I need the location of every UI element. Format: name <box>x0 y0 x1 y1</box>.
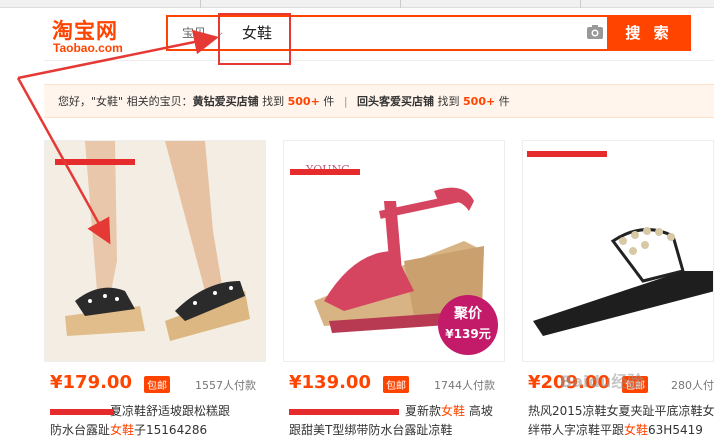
product-card[interactable]: ¥179.00 包邮 1557人付款 夏凉鞋舒适坡跟松糕跟 防水台露趾女鞋子15… <box>44 140 266 443</box>
redaction-mark <box>527 151 607 157</box>
notice-prefix: 您好，"女鞋" 相关的宝贝： <box>58 95 193 108</box>
search-button[interactable]: 搜 索 <box>607 15 691 51</box>
sold-count: 280人付 <box>671 379 714 392</box>
wedge-sandal-legs-image <box>45 141 265 361</box>
free-shipping-badge: 包邮 <box>383 376 409 393</box>
camera-icon[interactable] <box>586 24 604 40</box>
tab-divider <box>580 0 581 8</box>
title-line-1-tail: 高坡 <box>465 404 493 418</box>
product-price: ¥139.00 <box>289 372 371 393</box>
title-line-2-tail: 63H5419 <box>648 423 703 437</box>
notice-store-link-1[interactable]: 黄钻爱买店铺 <box>193 95 259 108</box>
product-price: ¥179.00 <box>50 372 132 393</box>
title-line-1: 热风2015凉鞋女夏夹趾平底凉鞋女 <box>528 404 714 418</box>
title-keyword: 女鞋 <box>441 404 466 418</box>
redaction-mark <box>290 169 360 175</box>
sold-count: 1744人付款 <box>434 379 495 392</box>
taobao-logo[interactable]: 淘宝网 Taobao.com <box>52 15 162 59</box>
title-line-2: 防水台露趾 <box>50 423 111 437</box>
title-line-2: 跟甜美T型绑带防水台露趾凉鞋 <box>289 423 453 437</box>
promo-price: ¥139元 <box>445 327 491 341</box>
site-header: 淘宝网 Taobao.com 宝贝 ⌄ 搜 索 <box>44 9 714 61</box>
browser-tab-strip <box>0 0 714 8</box>
redaction-mark <box>55 159 135 165</box>
taobao-search-page: 淘宝网 Taobao.com 宝贝 ⌄ 搜 索 您好，"女鞋" 相关的宝贝：黄钻… <box>0 0 714 443</box>
product-image[interactable] <box>44 140 266 362</box>
notice-unit-2: 件 <box>498 95 510 108</box>
title-line-2-tail: 子15164286 <box>134 423 208 437</box>
promo-title: 聚价 <box>454 306 482 322</box>
product-image[interactable] <box>522 140 714 362</box>
baidu-watermark: Baidu经验 <box>560 372 644 391</box>
notice-store-link-2[interactable]: 回头客爱买店铺 <box>357 95 434 108</box>
free-shipping-badge: 包邮 <box>144 376 170 393</box>
title-line-1: 夏凉鞋舒适坡跟松糕跟 <box>110 404 231 418</box>
redaction-mark <box>50 409 114 415</box>
product-title[interactable]: 热风2015凉鞋女夏夹趾平底凉鞋女 绊带人字凉鞋平跟女鞋63H5419 <box>528 402 714 440</box>
product-title[interactable]: 夏凉鞋舒适坡跟松糕跟 防水台露趾女鞋子15164286 <box>50 402 260 440</box>
annotation-highlight-box <box>218 13 291 65</box>
title-keyword: 女鞋 <box>624 423 649 437</box>
search-notice-bar: 您好，"女鞋" 相关的宝贝：黄钻爱买店铺 找到 500+ 件 | 回头客爱买店铺… <box>44 84 714 118</box>
black-thong-sandal-image <box>523 141 713 361</box>
title-keyword: 女鞋 <box>110 423 135 437</box>
notice-separator: | <box>343 95 348 108</box>
notice-found-2: 找到 <box>437 95 460 108</box>
product-image[interactable]: YOUNG 聚价 ¥139元 <box>283 140 505 362</box>
notice-count-2: 500+ <box>463 95 496 108</box>
promo-badge: 聚价 ¥139元 <box>438 295 498 355</box>
tab-divider <box>200 0 201 8</box>
tab-divider <box>400 0 401 8</box>
sold-count: 1557人付款 <box>195 379 256 392</box>
notice-unit-1: 件 <box>323 95 335 108</box>
notice-count-1: 500+ <box>287 95 320 108</box>
product-card[interactable]: ¥209.00 包邮 280人付 热风2015凉鞋女夏夹趾平底凉鞋女 绊带人字凉… <box>522 140 714 443</box>
notice-found-1: 找到 <box>262 95 285 108</box>
logo-sub-text: Taobao.com <box>53 41 123 55</box>
product-card[interactable]: YOUNG 聚价 ¥139元 ¥139.00 包邮 1744人付款 夏新款女鞋 … <box>283 140 505 443</box>
title-line-2: 绊带人字凉鞋平跟 <box>528 423 625 437</box>
title-line-1: 夏新款 <box>405 404 442 418</box>
product-title[interactable]: 夏新款女鞋 高坡 跟甜美T型绑带防水台露趾凉鞋 <box>289 402 499 440</box>
redaction-mark <box>289 409 399 415</box>
search-type-label: 宝贝 <box>182 26 207 40</box>
